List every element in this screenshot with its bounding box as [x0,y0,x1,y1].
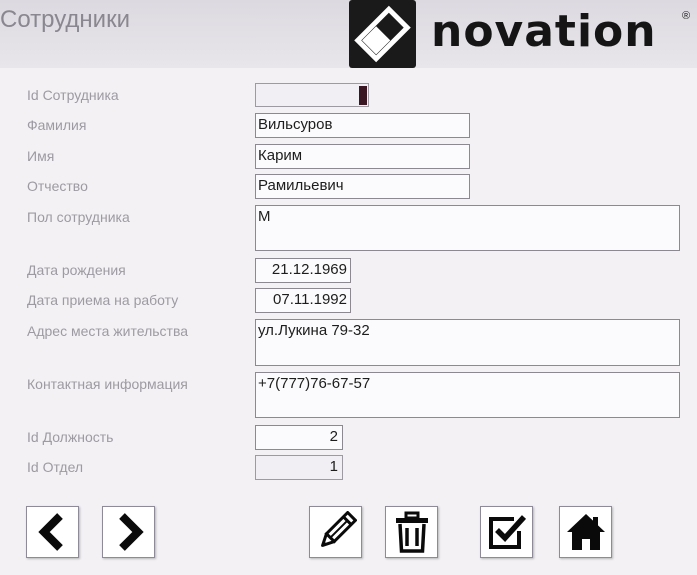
chevron-right-icon [109,512,149,552]
label-birth-date: Дата рождения [27,262,126,278]
department-id-field[interactable]: 1 [255,455,343,480]
patronymic-field[interactable]: Рамильевич [255,174,470,199]
save-record-button[interactable] [480,506,533,558]
employee-id-field[interactable]: 1 [255,83,369,107]
previous-record-button[interactable] [26,506,79,558]
label-first-name: Имя [27,148,55,164]
label-patronymic: Отчество [27,178,88,194]
home-button[interactable] [559,506,612,558]
checkbox-icon [486,511,528,553]
next-record-button[interactable] [102,506,155,558]
address-field[interactable]: ул.Лукина 79-32 [255,319,680,366]
trash-icon [392,511,432,553]
hire-date-field[interactable]: 07.11.1992 [255,288,351,313]
label-position-id: Id Должность [27,429,114,445]
label-department-id: Id Отдел [27,459,84,475]
text-cursor [359,86,367,105]
gender-field[interactable]: М [255,205,680,251]
label-last-name: Фамилия [27,117,87,133]
first-name-field[interactable]: Карим [255,144,470,169]
chevron-left-icon [33,512,73,552]
label-contact: Контактная информация [27,376,188,392]
home-icon [564,511,608,553]
label-address: Адрес места жительства [27,323,189,339]
label-hire-date: Дата приема на работу [27,292,179,308]
position-id-field[interactable]: 2 [255,425,343,450]
last-name-field[interactable]: Вильсуров [255,113,470,138]
novation-logo-text: novation [431,6,657,57]
label-employee-id: Id Сотрудника [27,87,119,103]
edit-record-button[interactable] [309,506,362,558]
novation-logo-mark [349,0,416,68]
pencil-icon [315,511,357,553]
birth-date-field[interactable]: 21.12.1969 [255,258,351,283]
form-title: Сотрудники [0,6,130,33]
label-gender: Пол сотрудника [27,209,130,225]
registered-mark: ® [682,10,691,22]
contact-field[interactable]: +7(777)76-67-57 [255,372,680,418]
delete-record-button[interactable] [385,506,438,558]
